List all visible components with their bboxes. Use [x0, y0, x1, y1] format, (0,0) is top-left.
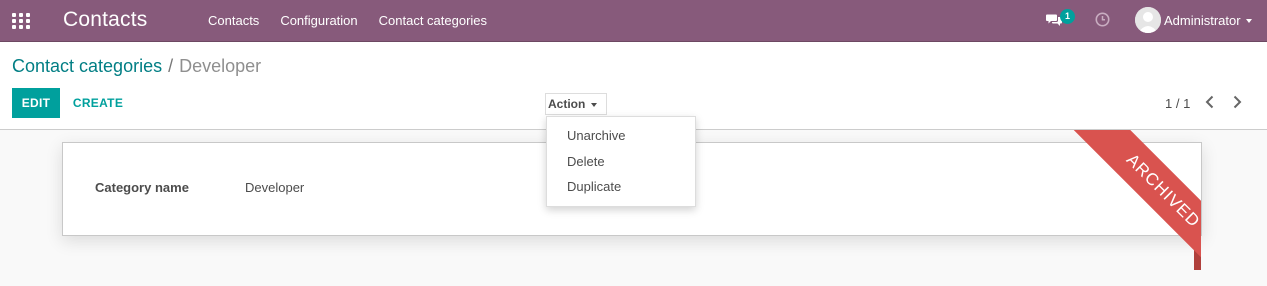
chevron-right-icon[interactable]	[1229, 94, 1245, 110]
pager-value[interactable]: 1 / 1	[1165, 96, 1190, 111]
app-title: Contacts	[63, 8, 148, 31]
archived-ribbon-label: ARCHIVED	[1071, 130, 1201, 270]
user-avatar[interactable]	[1135, 7, 1161, 33]
category-name-label: Category name	[95, 180, 189, 195]
menu-item-unarchive[interactable]: Unarchive	[567, 128, 626, 143]
edit-button[interactable]: EDIT	[12, 88, 60, 118]
clock-icon[interactable]	[1095, 12, 1110, 27]
user-menu-name[interactable]: Administrator	[1164, 13, 1241, 28]
menu-item-delete[interactable]: Delete	[567, 154, 605, 169]
category-name-value: Developer	[245, 180, 305, 195]
breadcrumb-separator: /	[168, 56, 174, 76]
archived-ribbon: ARCHIVED	[1070, 130, 1201, 270]
breadcrumb: Contact categories / Developer	[12, 56, 261, 77]
top-navbar: Contacts Contacts Configuration Contact …	[0, 0, 1267, 42]
menu-item-contact-categories[interactable]: Contact categories	[379, 13, 487, 28]
breadcrumb-current: Developer	[179, 56, 262, 76]
action-button-label: Action	[548, 97, 586, 111]
menu-item-duplicate[interactable]: Duplicate	[567, 179, 621, 194]
chevron-left-icon[interactable]	[1202, 94, 1218, 110]
action-dropdown-button[interactable]: Action	[545, 93, 607, 115]
message-count-badge: 1	[1060, 9, 1075, 24]
action-dropdown-menu: Unarchive Delete Duplicate	[546, 116, 696, 207]
apps-grid-icon[interactable]	[12, 13, 30, 29]
caret-down-icon[interactable]	[1246, 19, 1252, 23]
caret-down-icon	[591, 102, 598, 107]
main-menu: Contacts Configuration Contact categorie…	[208, 13, 508, 28]
create-button[interactable]: CREATE	[68, 88, 128, 118]
menu-item-contacts[interactable]: Contacts	[208, 13, 259, 28]
menu-item-configuration[interactable]: Configuration	[280, 13, 357, 28]
breadcrumb-parent-link[interactable]: Contact categories	[12, 56, 162, 76]
